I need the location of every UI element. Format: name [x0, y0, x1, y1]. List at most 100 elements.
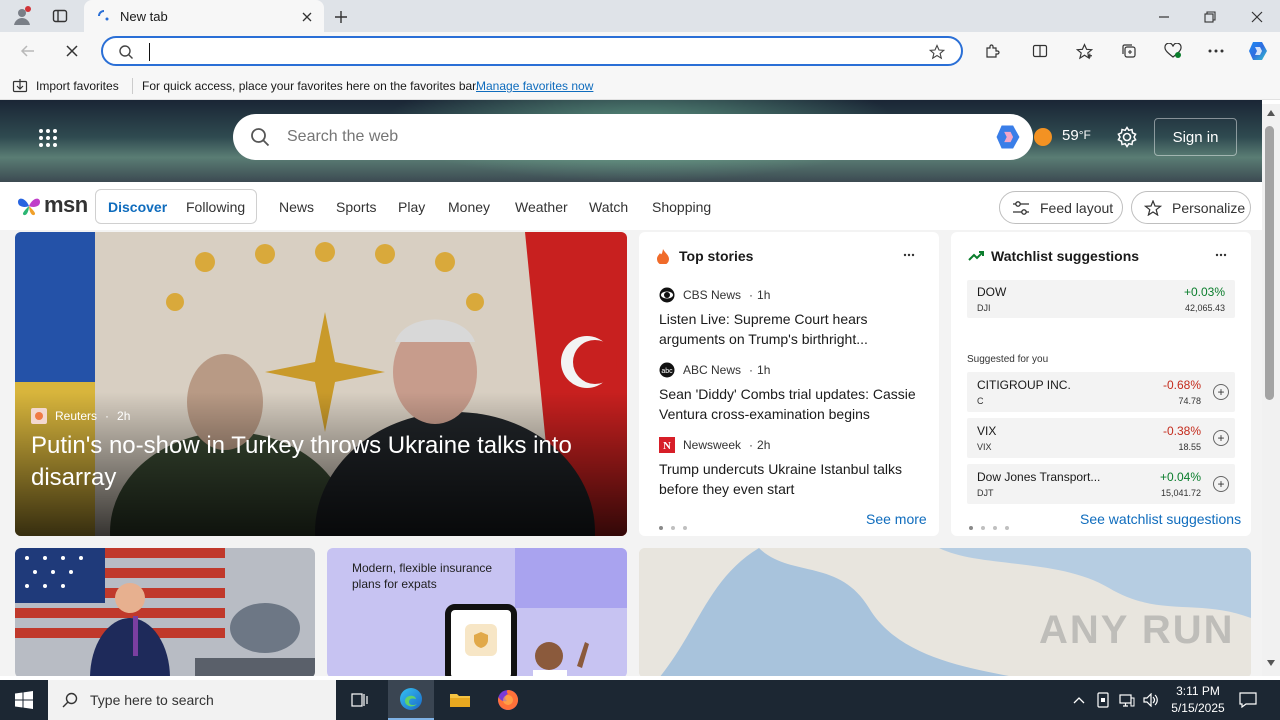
- nav-news[interactable]: News: [279, 199, 314, 215]
- settings-more-icon[interactable]: [1204, 40, 1228, 62]
- tab-actions-icon[interactable]: [50, 6, 70, 26]
- page-scrollbar[interactable]: [1262, 104, 1280, 676]
- back-icon[interactable]: [16, 40, 40, 62]
- start-button[interactable]: [0, 680, 48, 720]
- top-stories-title: Top stories: [679, 248, 754, 264]
- stock-price: 18.55: [1178, 442, 1201, 452]
- personalize-button[interactable]: Personalize: [1131, 191, 1251, 224]
- volume-icon[interactable]: [1140, 680, 1162, 720]
- carousel-dots[interactable]: [969, 517, 1017, 535]
- split-screen-icon[interactable]: [1028, 40, 1052, 62]
- feed-tabs: Discover Following: [95, 189, 257, 224]
- address-input[interactable]: [155, 41, 855, 63]
- add-to-watchlist-icon[interactable]: +: [1213, 384, 1229, 400]
- stock-row-dow[interactable]: DOW DJI +0.03% 42,065.43: [967, 280, 1235, 318]
- feed-layout-button[interactable]: Feed layout: [999, 191, 1123, 224]
- scroll-down-icon[interactable]: [1266, 658, 1276, 668]
- stock-row[interactable]: VIX VIX -0.38% 18.55 +: [967, 418, 1235, 458]
- profile-icon[interactable]: [10, 5, 34, 27]
- add-to-watchlist-icon[interactable]: +: [1213, 476, 1229, 492]
- carousel-dots[interactable]: [659, 517, 695, 535]
- task-view-icon[interactable]: [340, 680, 380, 720]
- see-watchlist-link[interactable]: See watchlist suggestions: [1080, 511, 1241, 527]
- extensions-icon[interactable]: [980, 40, 1004, 62]
- import-favorites-button[interactable]: Import favorites: [12, 76, 119, 96]
- story-card[interactable]: [15, 548, 315, 676]
- favorite-star-icon[interactable]: [927, 42, 947, 62]
- firefox-icon[interactable]: [486, 680, 530, 720]
- tab-following[interactable]: Following: [186, 199, 245, 215]
- sign-in-button[interactable]: Sign in: [1154, 118, 1237, 156]
- hero-source-name: Reuters: [55, 409, 98, 423]
- video-card[interactable]: ANY RUN: [639, 548, 1251, 676]
- network-icon[interactable]: [1116, 680, 1138, 720]
- watchlist-card: Watchlist suggestions DOW DJI +0.03% 42,…: [951, 232, 1251, 536]
- hero-story-card[interactable]: Reuters · 2h Putin's no-show in Turkey t…: [15, 232, 627, 536]
- scroll-up-icon[interactable]: [1266, 108, 1276, 118]
- system-clock[interactable]: 3:11 PM 5/15/2025: [1166, 683, 1230, 717]
- app-launcher-icon[interactable]: [36, 126, 60, 150]
- device-icon[interactable]: [1092, 680, 1114, 720]
- ad-card[interactable]: Modern, flexible insurance plans for exp…: [327, 548, 627, 676]
- stock-change: +0.03%: [1183, 285, 1225, 299]
- stop-loading-icon[interactable]: [60, 40, 84, 62]
- copilot-search-icon[interactable]: [993, 122, 1023, 152]
- story-source: Newsweek: [683, 438, 742, 452]
- story-item[interactable]: abc ABC News · 1h Sean 'Diddy' Combs tri…: [659, 362, 919, 424]
- web-search-input[interactable]: [287, 126, 927, 148]
- show-hidden-icons-icon[interactable]: [1068, 680, 1090, 720]
- taskbar-search-box[interactable]: Type here to search: [48, 680, 336, 720]
- manage-favorites-link[interactable]: Manage favorites now: [476, 79, 593, 93]
- story-item[interactable]: CBS News · 1h Listen Live: Supreme Court…: [659, 287, 919, 349]
- story-headline: Listen Live: Supreme Court hears argumen…: [659, 311, 868, 347]
- notifications-icon[interactable]: [1234, 680, 1262, 720]
- taskbar-search-placeholder: Type here to search: [90, 692, 214, 708]
- msn-logo[interactable]: msn: [16, 192, 88, 218]
- minimize-icon[interactable]: [1150, 6, 1178, 28]
- personalize-star-icon: [1144, 199, 1162, 216]
- stock-name: VIX: [977, 424, 997, 438]
- add-to-watchlist-icon[interactable]: +: [1213, 430, 1229, 446]
- stock-symbol: DJI: [977, 303, 991, 313]
- nav-weather[interactable]: Weather: [515, 199, 568, 215]
- story-headline: Trump undercuts Ukraine Istanbul talks b…: [659, 461, 903, 497]
- tab-new-tab[interactable]: New tab: [84, 0, 324, 32]
- settings-gear-icon[interactable]: [1115, 125, 1139, 149]
- search-icon: [249, 126, 271, 148]
- address-bar[interactable]: [101, 36, 963, 66]
- nav-sports[interactable]: Sports: [336, 199, 376, 215]
- favorites-icon[interactable]: [1072, 40, 1096, 62]
- restore-icon[interactable]: [1196, 6, 1224, 28]
- more-options-icon[interactable]: [1213, 246, 1229, 264]
- nav-watch[interactable]: Watch: [589, 199, 628, 215]
- scroll-thumb[interactable]: [1265, 126, 1274, 400]
- collections-icon[interactable]: [1117, 40, 1141, 62]
- stock-name: CITIGROUP INC.: [977, 378, 1071, 392]
- story-age: 1h: [757, 363, 771, 377]
- newsweek-logo-icon: N: [659, 437, 675, 453]
- stock-price: 74.78: [1178, 396, 1201, 406]
- close-tab-icon[interactable]: [298, 8, 316, 26]
- browser-essentials-icon[interactable]: [1161, 40, 1185, 62]
- story-item[interactable]: N Newsweek · 2h Trump undercuts Ukraine …: [659, 437, 919, 499]
- edge-taskbar-icon[interactable]: [388, 680, 434, 720]
- favorites-bar: Import favorites For quick access, place…: [0, 72, 1280, 100]
- web-search-box[interactable]: [233, 114, 1033, 160]
- weather-sun-icon[interactable]: [1032, 126, 1054, 148]
- hero-headline[interactable]: Putin's no-show in Turkey throws Ukraine…: [31, 430, 611, 494]
- nav-money[interactable]: Money: [448, 199, 490, 215]
- nav-shopping[interactable]: Shopping: [652, 199, 711, 215]
- nav-play[interactable]: Play: [398, 199, 425, 215]
- tab-discover[interactable]: Discover: [108, 199, 167, 215]
- file-explorer-icon[interactable]: [438, 680, 482, 720]
- copilot-icon[interactable]: [1245, 39, 1271, 63]
- weather-temperature[interactable]: 59 °F: [1062, 127, 1091, 144]
- close-window-icon[interactable]: [1243, 6, 1271, 28]
- see-more-link[interactable]: See more: [866, 511, 927, 527]
- stock-row[interactable]: CITIGROUP INC. C -0.68% 74.78 +: [967, 372, 1235, 412]
- stock-row[interactable]: Dow Jones Transport... DJT +0.04% 15,041…: [967, 464, 1235, 504]
- windows-logo-icon: [15, 691, 33, 709]
- suggested-label: Suggested for you: [967, 354, 1049, 365]
- more-options-icon[interactable]: [901, 246, 917, 264]
- new-tab-icon[interactable]: [330, 6, 352, 28]
